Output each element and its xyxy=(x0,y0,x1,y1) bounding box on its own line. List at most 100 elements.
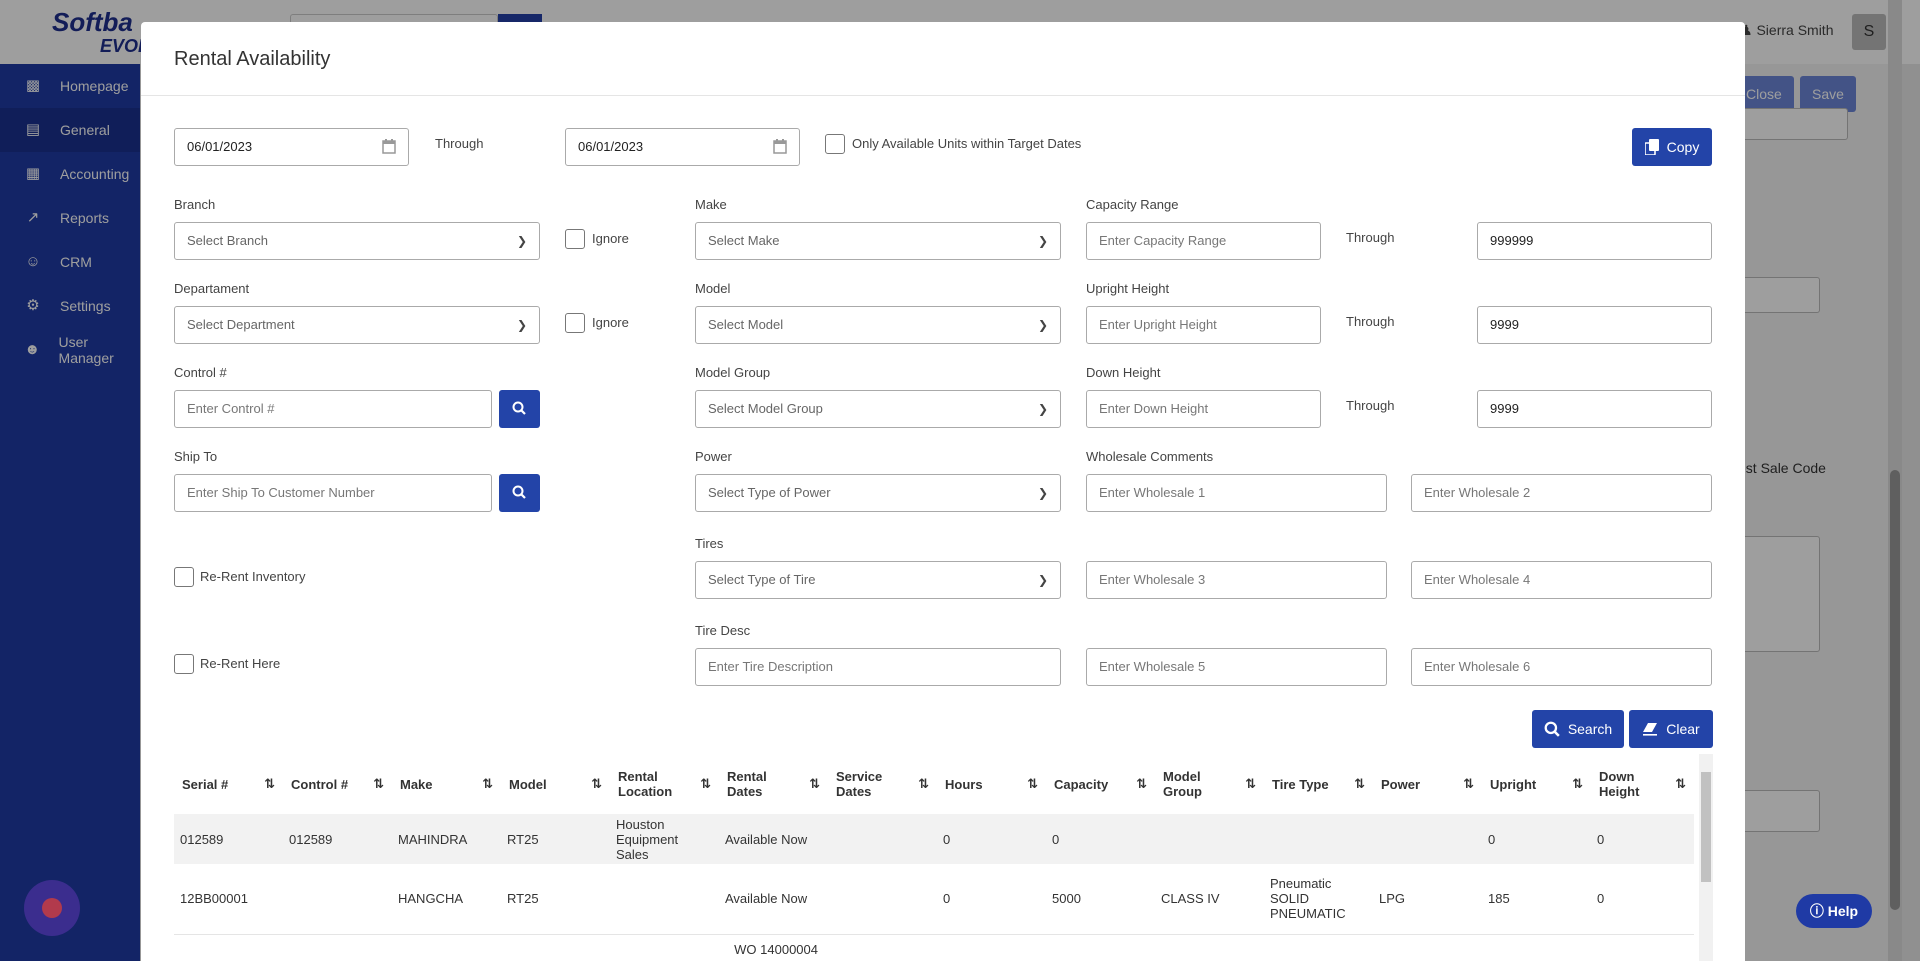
table-cell: 12BB00001 xyxy=(174,864,283,935)
wholesale-5-input[interactable]: Enter Wholesale 5 xyxy=(1086,648,1387,686)
copy-button[interactable]: Copy xyxy=(1632,128,1712,166)
calendar-icon[interactable] xyxy=(382,138,396,154)
tires-select[interactable]: Select Type of Tire ❯ xyxy=(695,561,1061,599)
wholesale-4-input[interactable]: Enter Wholesale 4 xyxy=(1411,561,1712,599)
search-button[interactable]: Search xyxy=(1532,710,1624,748)
sort-icon[interactable]: ⇅ xyxy=(482,776,493,792)
make-select[interactable]: Select Make ❯ xyxy=(695,222,1061,260)
wholesale-3-input[interactable]: Enter Wholesale 3 xyxy=(1086,561,1387,599)
upright-to-input[interactable]: 9999 xyxy=(1477,306,1712,344)
column-header[interactable]: Hours ⇅ xyxy=(937,754,1046,814)
column-header[interactable]: Rental Dates ⇅ xyxy=(719,754,828,814)
capacity-through-label: Through xyxy=(1346,230,1395,245)
help-button[interactable]: ⓘ Help xyxy=(1796,894,1872,928)
table-cell: 0 xyxy=(937,864,1046,935)
sort-icon[interactable]: ⇅ xyxy=(1463,776,1474,792)
control-label: Control # xyxy=(174,365,227,380)
column-header[interactable]: Upright ⇅ xyxy=(1482,754,1591,814)
rental-availability-modal: Rental Availability 06/01/2023 Through 0… xyxy=(141,22,1745,961)
date-to-input[interactable]: 06/01/2023 xyxy=(565,128,800,166)
control-input[interactable]: Enter Control # xyxy=(174,390,492,428)
table-cell: Pneumatic SOLID PNEUMATIC xyxy=(1264,864,1373,935)
column-header[interactable]: Model Group ⇅ xyxy=(1155,754,1264,814)
column-header[interactable]: Down Height ⇅ xyxy=(1591,754,1694,814)
sort-icon[interactable]: ⇅ xyxy=(373,776,384,792)
model-label: Model xyxy=(695,281,731,296)
table-cell xyxy=(828,934,1694,961)
search-icon xyxy=(1544,721,1560,737)
table-cell xyxy=(1264,814,1373,864)
only-available-checkbox[interactable] xyxy=(825,134,845,154)
ship-to-search-button[interactable] xyxy=(499,474,540,512)
branch-ignore-label: Ignore xyxy=(592,231,629,246)
sort-icon[interactable]: ⇅ xyxy=(1354,776,1365,792)
department-ignore-checkbox[interactable] xyxy=(565,313,585,333)
capacity-from-input[interactable]: Enter Capacity Range xyxy=(1086,222,1321,260)
control-search-button[interactable] xyxy=(499,390,540,428)
power-select[interactable]: Select Type of Power ❯ xyxy=(695,474,1061,512)
down-from-input[interactable]: Enter Down Height xyxy=(1086,390,1321,428)
chevron-down-icon: ❯ xyxy=(516,318,527,332)
sort-icon[interactable]: ⇅ xyxy=(1136,776,1147,792)
sort-icon[interactable]: ⇅ xyxy=(918,776,929,792)
power-label: Power xyxy=(695,449,732,464)
column-header[interactable]: Model ⇅ xyxy=(501,754,610,814)
model-group-select[interactable]: Select Model Group ❯ xyxy=(695,390,1061,428)
tire-desc-input[interactable]: Enter Tire Description xyxy=(695,648,1061,686)
model-select[interactable]: Select Model ❯ xyxy=(695,306,1061,344)
through-label: Through xyxy=(435,136,484,151)
table-row[interactable]: WO 14000004 xyxy=(174,934,1694,961)
table-cell: 012589 xyxy=(174,814,283,864)
sort-icon[interactable]: ⇅ xyxy=(1027,776,1038,792)
column-header[interactable]: Power ⇅ xyxy=(1373,754,1482,814)
upright-from-input[interactable]: Enter Upright Height xyxy=(1086,306,1321,344)
sort-icon[interactable]: ⇅ xyxy=(1675,776,1686,792)
calendar-icon[interactable] xyxy=(773,138,787,154)
column-header[interactable]: Rental Location ⇅ xyxy=(610,754,719,814)
table-cell: RT25 xyxy=(501,814,610,864)
table-row[interactable]: 012589 012589 MAHINDRA RT25 Houston Equi… xyxy=(174,814,1694,864)
chevron-down-icon: ❯ xyxy=(1037,402,1048,416)
re-rent-inventory-checkbox[interactable] xyxy=(174,567,194,587)
table-row[interactable]: 12BB00001 HANGCHA RT25 Available Now 0 5… xyxy=(174,864,1694,935)
clear-button[interactable]: Clear xyxy=(1629,710,1713,748)
chevron-down-icon: ❯ xyxy=(1037,234,1048,248)
column-header[interactable]: Tire Type ⇅ xyxy=(1264,754,1373,814)
sort-icon[interactable]: ⇅ xyxy=(809,776,820,792)
sort-icon[interactable]: ⇅ xyxy=(591,776,602,792)
ship-to-input[interactable]: Enter Ship To Customer Number xyxy=(174,474,492,512)
sort-icon[interactable]: ⇅ xyxy=(1245,776,1256,792)
table-cell: WO 14000004 xyxy=(734,941,818,957)
date-from-input[interactable]: 06/01/2023 xyxy=(174,128,409,166)
column-header[interactable]: Control # ⇅ xyxy=(283,754,392,814)
column-header[interactable]: Capacity ⇅ xyxy=(1046,754,1155,814)
table-scrollbar-thumb[interactable] xyxy=(1701,772,1711,882)
upright-height-label: Upright Height xyxy=(1086,281,1170,296)
table-cell: HANGCHA xyxy=(392,864,501,935)
branch-select[interactable]: Select Branch ❯ xyxy=(174,222,540,260)
down-to-input[interactable]: 9999 xyxy=(1477,390,1712,428)
wholesale-1-input[interactable]: Enter Wholesale 1 xyxy=(1086,474,1387,512)
department-label: Departament xyxy=(174,281,250,296)
table-cell: 0 xyxy=(1482,814,1591,864)
sort-icon[interactable]: ⇅ xyxy=(264,776,275,792)
chat-widget-button[interactable] xyxy=(24,880,80,936)
help-icon: ⓘ xyxy=(1809,903,1824,919)
table-cell: CLASS IV xyxy=(1155,864,1264,935)
upright-through-label: Through xyxy=(1346,314,1395,329)
branch-ignore-checkbox[interactable] xyxy=(565,229,585,249)
capacity-to-input[interactable]: 999999 xyxy=(1477,222,1712,260)
wholesale-2-input[interactable]: Enter Wholesale 2 xyxy=(1411,474,1712,512)
chat-icon xyxy=(42,898,62,918)
column-header[interactable]: Service Dates ⇅ xyxy=(828,754,937,814)
column-header[interactable]: Serial # ⇅ xyxy=(174,754,283,814)
sort-icon[interactable]: ⇅ xyxy=(1572,776,1583,792)
re-rent-here-checkbox[interactable] xyxy=(174,654,194,674)
table-cell: 0 xyxy=(1591,814,1694,864)
wholesale-6-input[interactable]: Enter Wholesale 6 xyxy=(1411,648,1712,686)
make-label: Make xyxy=(695,197,727,212)
department-select[interactable]: Select Department ❯ xyxy=(174,306,540,344)
sort-icon[interactable]: ⇅ xyxy=(700,776,711,792)
table-cell: 185 xyxy=(1482,864,1591,935)
column-header[interactable]: Make ⇅ xyxy=(392,754,501,814)
